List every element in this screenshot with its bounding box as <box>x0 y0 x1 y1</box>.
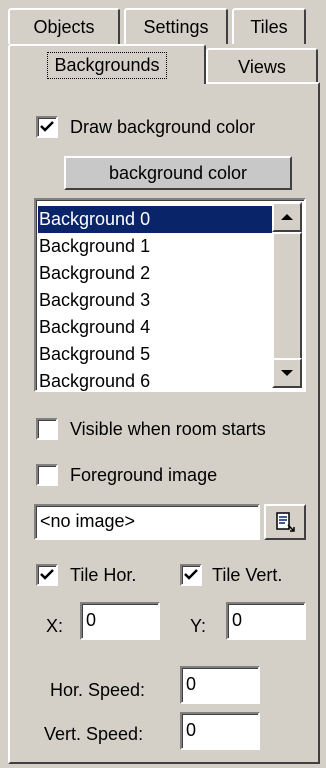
check-mark-icon <box>40 121 54 132</box>
horizontal-speed-label: Hor. Speed: <box>50 680 146 700</box>
select-image-button[interactable] <box>264 504 306 540</box>
arrow-up-icon <box>281 214 293 220</box>
background-color-button-label: background color <box>108 162 248 183</box>
tile-vertical-label: Tile Vert. <box>212 565 283 585</box>
vertical-speed-input[interactable]: 0 <box>180 712 260 750</box>
list-item[interactable]: Background 5 <box>38 341 272 368</box>
backgrounds-list-items: Background 0 Background 1 Background 2 Back… <box>38 206 272 395</box>
backgrounds-list[interactable]: Background 0 Background 1 Background 2 Back… <box>34 198 306 392</box>
image-field[interactable]: <no image> <box>34 504 260 540</box>
draw-background-color-checkbox[interactable] <box>36 116 58 138</box>
vertical-speed-label: Vert. Speed: <box>44 724 144 744</box>
arrow-down-icon <box>281 370 293 376</box>
list-scrollbar[interactable] <box>272 202 302 388</box>
list-item[interactable]: Background 1 <box>38 233 272 260</box>
visible-when-room-starts-label: Visible when room starts <box>70 419 266 439</box>
y-input[interactable]: 0 <box>226 602 306 640</box>
tile-horizontal-checkbox[interactable] <box>36 564 58 586</box>
visible-when-room-starts-checkbox[interactable] <box>36 418 58 440</box>
check-mark-icon <box>184 569 198 580</box>
check-mark-icon <box>40 569 54 580</box>
scroll-thumb[interactable] <box>272 232 302 360</box>
tile-vertical-checkbox[interactable] <box>180 564 202 586</box>
select-image-icon <box>276 512 295 532</box>
background-color-button[interactable]: background color <box>64 156 292 190</box>
foreground-image-label: Foreground image <box>70 465 218 485</box>
list-item[interactable]: Background 0 <box>38 206 272 233</box>
list-item[interactable]: Background 2 <box>38 260 272 287</box>
scroll-up-button[interactable] <box>272 202 302 232</box>
x-label: X: <box>46 616 64 636</box>
list-item[interactable]: Background 6 <box>38 368 272 395</box>
list-item[interactable]: Background 4 <box>38 314 272 341</box>
foreground-image-checkbox[interactable] <box>36 464 58 486</box>
y-label: Y: <box>190 616 207 636</box>
tile-horizontal-label: Tile Hor. <box>70 565 137 585</box>
horizontal-speed-input[interactable]: 0 <box>180 666 260 704</box>
list-item[interactable]: Background 3 <box>38 287 272 314</box>
x-input[interactable]: 0 <box>80 602 160 640</box>
scroll-down-button[interactable] <box>272 358 302 388</box>
draw-background-color-label: Draw background color <box>70 117 256 137</box>
